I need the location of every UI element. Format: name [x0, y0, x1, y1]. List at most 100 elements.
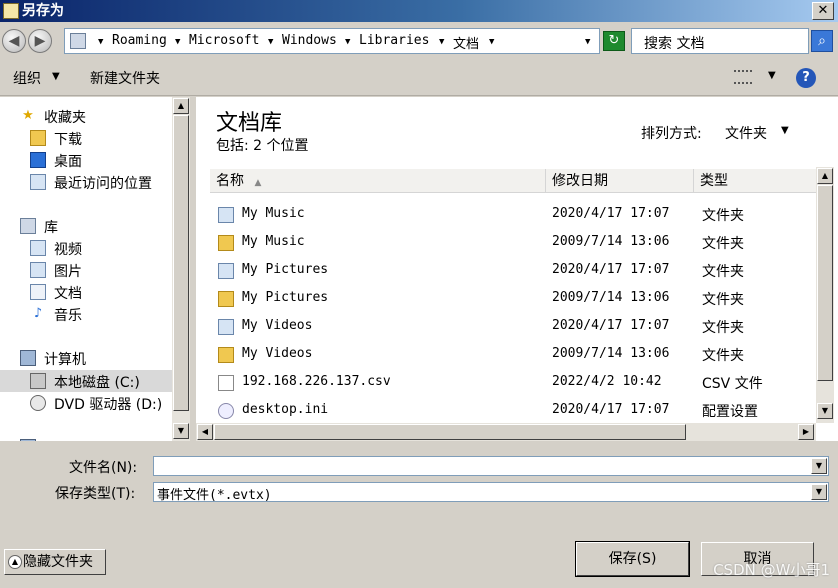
scroll-thumb[interactable] [817, 185, 833, 381]
nav-item-downloads[interactable]: 下载 [0, 127, 172, 149]
nav-scrollbar[interactable]: ▲ ▼ [172, 97, 190, 441]
search-icon[interactable]: ⌕ [811, 30, 833, 52]
help-button[interactable]: ? [796, 68, 816, 88]
document-library-icon [30, 284, 46, 300]
scroll-down-button[interactable]: ▼ [817, 403, 833, 419]
chevron-down-icon[interactable]: ▼ [439, 37, 444, 47]
savetype-select[interactable]: 事件文件(*.evtx) ▼ [153, 482, 829, 503]
file-row[interactable]: 192.168.226.137.csv 2022/4/2 10:42 CSV 文… [210, 369, 816, 397]
file-name: My Music [242, 206, 305, 221]
nav-label: 库 [44, 220, 58, 236]
arrange-by-label: 排列方式: [641, 126, 702, 142]
column-header-name[interactable]: 名称 ▲ [210, 169, 546, 193]
file-row[interactable]: My Pictures 2009/7/14 13:06 文件夹 [210, 285, 816, 313]
forward-button[interactable]: ▶ [28, 29, 52, 53]
nav-favorites[interactable]: ★ 收藏夹 [0, 105, 172, 127]
scroll-left-button[interactable]: ◀ [197, 424, 213, 440]
file-date: 2009/7/14 13:06 [552, 290, 670, 305]
chevron-down-icon[interactable]: ▼ [345, 37, 350, 47]
breadcrumb-item[interactable]: 文档 [453, 33, 479, 52]
column-header-date[interactable]: 修改日期 [546, 169, 694, 193]
toolbar: 组织 ▼ 新建文件夹 ▼ ? [0, 60, 838, 96]
organize-button[interactable]: 组织 [13, 68, 41, 88]
save-button[interactable]: 保存(S) [575, 541, 690, 577]
folder-shortcut-icon [218, 319, 234, 335]
nav-item-recent[interactable]: 最近访问的位置 [0, 171, 172, 193]
title-bar[interactable]: 另存为 ✕ [0, 0, 838, 22]
view-options-icon[interactable] [734, 70, 752, 84]
refresh-button[interactable]: ↻ [603, 31, 625, 51]
breadcrumb[interactable]: ▼ Roaming ▼ Microsoft ▼ Windows ▼ Librar… [64, 28, 600, 54]
address-history-dropdown[interactable]: ▼ [585, 37, 590, 47]
new-folder-button[interactable]: 新建文件夹 [90, 68, 160, 88]
chevron-down-icon[interactable]: ▼ [811, 458, 827, 474]
chevron-down-icon[interactable]: ▼ [768, 70, 776, 81]
chevron-down-icon[interactable]: ▼ [98, 37, 103, 47]
breadcrumb-item[interactable]: Microsoft [189, 33, 259, 48]
breadcrumb-item[interactable]: Windows [282, 33, 337, 48]
chevron-up-icon: ▲ [8, 555, 22, 569]
file-name: My Videos [242, 346, 313, 361]
chevron-down-icon[interactable]: ▼ [175, 37, 180, 47]
file-row[interactable]: desktop.ini 2020/4/17 17:07 配置设置 [210, 397, 816, 425]
chevron-down-icon[interactable]: ▼ [52, 71, 60, 82]
file-row[interactable]: My Videos 2009/7/14 13:06 文件夹 [210, 341, 816, 369]
scroll-thumb[interactable] [214, 424, 686, 440]
nav-network[interactable]: 网络 [0, 436, 172, 441]
filename-label: 文件名(N): [69, 460, 138, 476]
file-row[interactable]: My Music 2020/4/17 17:07 文件夹 [210, 201, 816, 229]
folder-shortcut-icon [218, 263, 234, 279]
breadcrumb-item[interactable]: Libraries [359, 33, 429, 48]
library-title: 文档库 [216, 111, 283, 136]
close-button[interactable]: ✕ [812, 2, 834, 20]
file-row[interactable]: My Videos 2020/4/17 17:07 文件夹 [210, 313, 816, 341]
scroll-down-button[interactable]: ▼ [173, 423, 189, 439]
file-type: 文件夹 [702, 208, 744, 224]
file-type: 文件夹 [702, 320, 744, 336]
scroll-up-button[interactable]: ▲ [817, 168, 833, 184]
file-list-vscrollbar[interactable]: ▲ ▼ [816, 167, 834, 423]
nav-libraries[interactable]: 库 [0, 215, 172, 237]
chevron-down-icon[interactable]: ▼ [781, 125, 789, 136]
library-includes-link[interactable]: 包括: 2 个位置 [216, 135, 309, 155]
nav-item-drive-c[interactable]: 本地磁盘 (C:) [0, 370, 172, 392]
chevron-down-icon[interactable]: ▼ [268, 37, 273, 47]
file-type: 配置设置 [702, 404, 758, 420]
nav-label: 音乐 [54, 308, 82, 324]
nav-item-videos[interactable]: 视频 [0, 237, 172, 259]
file-type: CSV 文件 [702, 376, 763, 392]
file-name: 192.168.226.137.csv [242, 374, 391, 389]
file-list-hscrollbar[interactable]: ◀ ▶ [196, 423, 816, 441]
nav-item-drive-d[interactable]: DVD 驱动器 (D:) [0, 392, 172, 414]
chevron-down-icon[interactable]: ▼ [811, 484, 827, 500]
arrange-by-dropdown[interactable]: 文件夹 [725, 123, 767, 143]
nav-label: DVD 驱动器 (D:) [54, 397, 163, 413]
scroll-right-button[interactable]: ▶ [798, 424, 814, 440]
nav-item-documents[interactable]: 文档 [0, 281, 172, 303]
nav-computer[interactable]: 计算机 [0, 347, 172, 369]
navigation-pane: ★ 收藏夹 下载 桌面 最近访问的位置 库 视频 图片 文档 ♪ 音乐 计算机 … [0, 97, 172, 441]
nav-item-pictures[interactable]: 图片 [0, 259, 172, 281]
search-input[interactable]: 搜索 文档 [631, 28, 809, 54]
column-header-type[interactable]: 类型 [694, 169, 816, 193]
breadcrumb-item[interactable]: Roaming [112, 33, 167, 48]
file-name: My Pictures [242, 262, 329, 277]
nav-item-music[interactable]: ♪ 音乐 [0, 303, 172, 325]
scroll-thumb[interactable] [173, 115, 189, 411]
file-row[interactable]: My Pictures 2020/4/17 17:07 文件夹 [210, 257, 816, 285]
scroll-up-button[interactable]: ▲ [173, 98, 189, 114]
file-date: 2020/4/17 17:07 [552, 206, 670, 221]
folder-shortcut-icon [218, 207, 234, 223]
nav-label: 图片 [54, 264, 82, 280]
desktop-icon [30, 152, 46, 168]
nav-item-desktop[interactable]: 桌面 [0, 149, 172, 171]
file-name: My Music [242, 234, 305, 249]
back-button[interactable]: ◀ [2, 29, 26, 53]
locked-folder-icon [218, 347, 234, 363]
file-date: 2009/7/14 13:06 [552, 234, 670, 249]
chevron-down-icon[interactable]: ▼ [489, 37, 494, 47]
locked-folder-icon [218, 235, 234, 251]
nav-label: 网络 [44, 438, 72, 441]
file-row[interactable]: My Music 2009/7/14 13:06 文件夹 [210, 229, 816, 257]
filename-input[interactable]: ▼ [153, 456, 829, 476]
